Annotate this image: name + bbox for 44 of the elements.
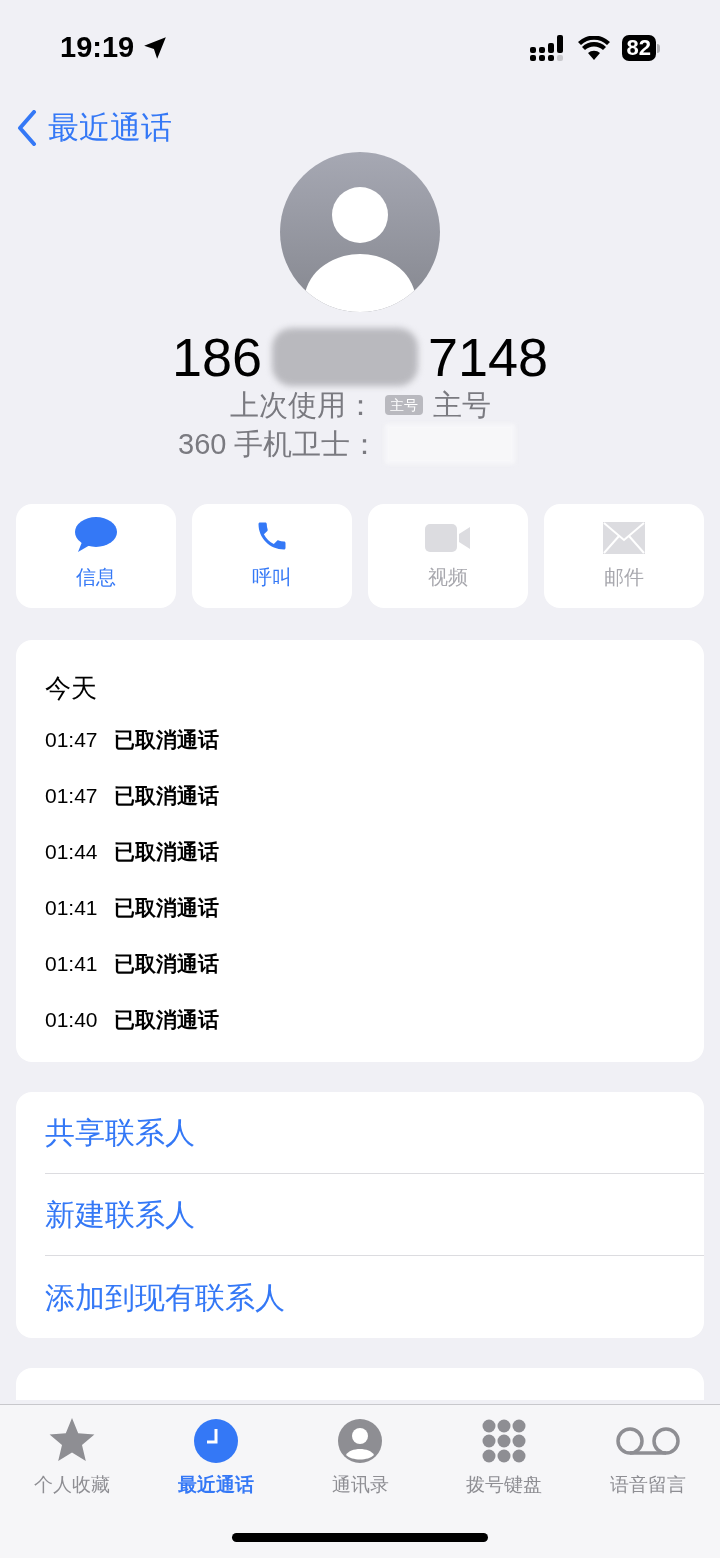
call-status: 已取消通话 <box>113 783 219 810</box>
action-button[interactable]: 呼叫 <box>192 504 352 608</box>
battery-indicator: 82 <box>621 35 660 61</box>
voicemail-icon <box>616 1426 680 1456</box>
location-arrow-icon <box>142 35 169 61</box>
call-status: 已取消通话 <box>113 839 219 866</box>
tab-item[interactable]: 语音留言 <box>576 1417 720 1500</box>
call-status: 已取消通话 <box>113 895 219 922</box>
clock-icon <box>194 1419 238 1463</box>
video-camera-icon <box>425 522 471 554</box>
call-time: 01:44 <box>45 839 98 866</box>
call-time: 01:41 <box>45 951 98 978</box>
call-status: 已取消通话 <box>113 951 219 978</box>
option-link[interactable]: 共享联系人 <box>45 1092 704 1174</box>
tab-item[interactable]: 通讯录 <box>288 1417 432 1500</box>
call-status: 已取消通话 <box>113 1007 219 1034</box>
option-link[interactable]: 新建联系人 <box>45 1174 704 1256</box>
line-badge: 主号 <box>384 395 423 415</box>
call-status: 已取消通话 <box>113 727 219 754</box>
action-button[interactable]: 信息 <box>16 504 176 608</box>
signal-icon <box>529 35 566 61</box>
wifi-icon <box>577 36 610 60</box>
phone-number: 186 <box>171 326 262 388</box>
call-time: 01:40 <box>45 1007 98 1034</box>
person-circle-icon <box>338 1419 382 1463</box>
day-heading: 今天 <box>45 672 98 705</box>
security-label: 360 手机卫士： <box>178 427 380 462</box>
tab-item[interactable]: 最近通话 <box>144 1417 288 1500</box>
last-used-label: 上次使用： <box>229 388 375 423</box>
phone-number: 7148 <box>428 326 549 388</box>
tab-item[interactable]: 拨号键盘 <box>432 1417 576 1500</box>
call-time: 01:41 <box>45 895 98 922</box>
call-time: 01:47 <box>45 783 98 810</box>
call-time: 01:47 <box>45 727 98 754</box>
speech-bubble-icon <box>74 516 118 554</box>
last-used-value: 主号 <box>432 388 491 423</box>
star-icon <box>48 1418 96 1464</box>
chevron-left-icon <box>16 110 38 146</box>
status-time: 19:19 <box>60 30 135 66</box>
keypad-icon <box>482 1419 526 1463</box>
tab-item[interactable]: 个人收藏 <box>0 1417 144 1500</box>
envelope-icon <box>603 522 645 554</box>
option-link[interactable]: 添加到现有联系人 <box>45 1256 704 1338</box>
back-button[interactable]: 最近通话 <box>16 104 172 152</box>
